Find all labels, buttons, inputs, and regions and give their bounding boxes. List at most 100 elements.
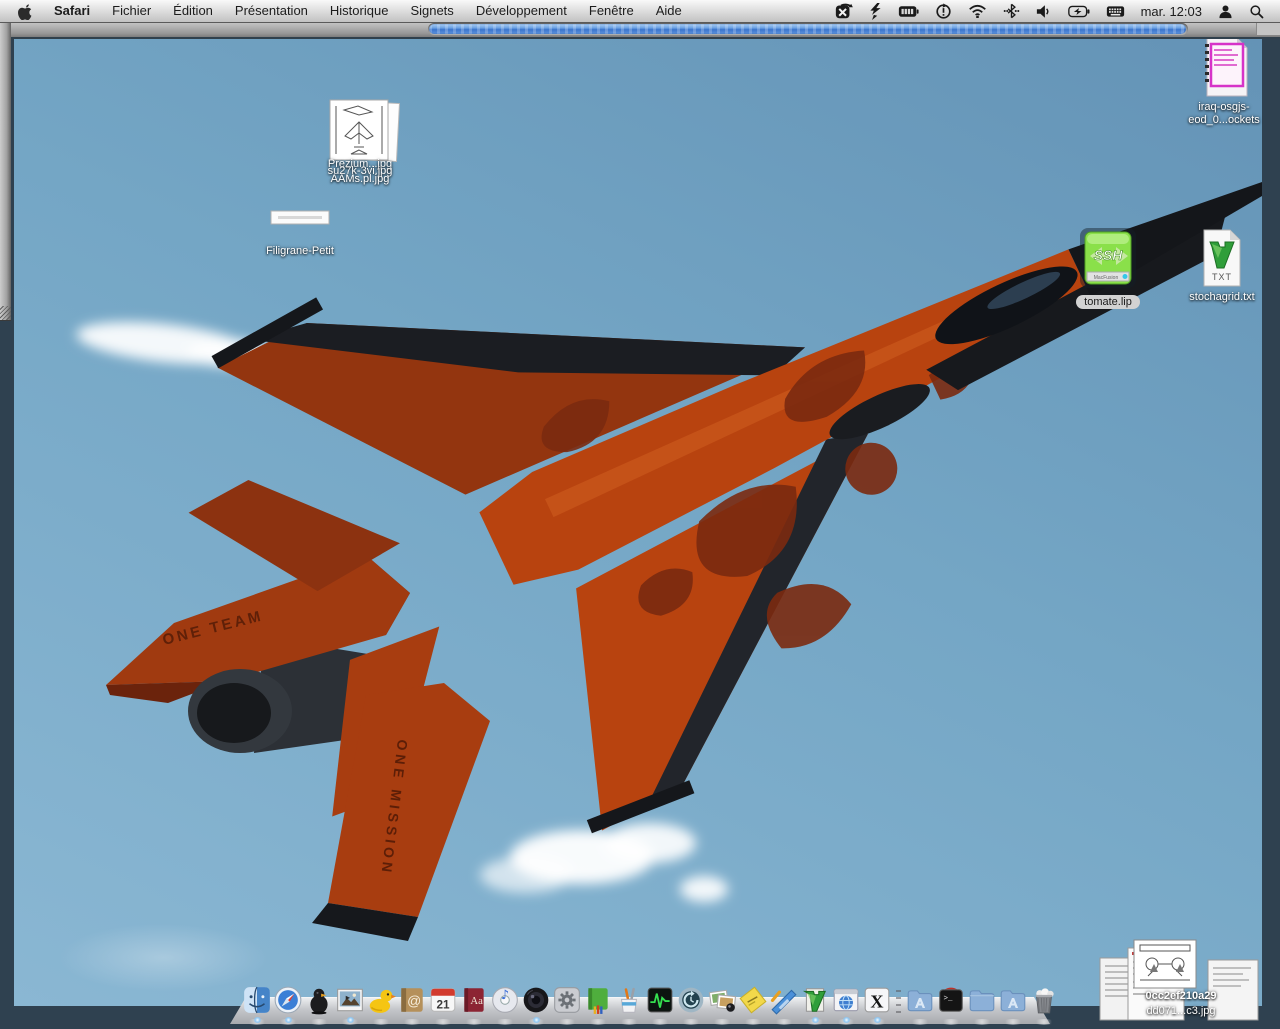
- dock-icon-terminal-app[interactable]: >_: [936, 985, 966, 1015]
- desktop-screen: { "menu_bar": { "app_name": "Safari", "m…: [0, 0, 1280, 1024]
- dock-icon-time-machine[interactable]: [676, 985, 706, 1015]
- dock-icon-reflection: [711, 1019, 733, 1025]
- dock-separator: [893, 985, 904, 1015]
- dock-icon-address-book[interactable]: @: [397, 985, 427, 1015]
- dock-icon-system-preferences[interactable]: [552, 985, 582, 1015]
- svg-text:Aa: Aa: [470, 995, 483, 1007]
- time-machine-icon[interactable]: [927, 0, 960, 22]
- apple-menu[interactable]: [10, 3, 43, 20]
- volume-subtext: MacFusion: [1094, 275, 1119, 281]
- dock-icon-reflection: [587, 1019, 609, 1025]
- svg-text:A: A: [1009, 996, 1018, 1011]
- battery-icon[interactable]: [890, 0, 927, 22]
- menu-presentation[interactable]: Présentation: [224, 0, 319, 22]
- dock-icon-reflection: [971, 1019, 993, 1025]
- menu-fenetre[interactable]: Fenêtre: [578, 0, 645, 22]
- offscreen-window-right-edge[interactable]: [0, 22, 11, 321]
- dock-icon-documents-folder[interactable]: [967, 985, 997, 1015]
- ssh-volume-icon: SSH MacFusion: [1078, 226, 1138, 290]
- dock-icon-safari[interactable]: [273, 985, 303, 1015]
- icon-label: eod_0...ockets: [1178, 114, 1270, 127]
- running-indicator: [253, 1017, 262, 1023]
- status-icons: [826, 0, 1133, 22]
- dock-icon-photo-viewer[interactable]: [335, 985, 365, 1015]
- dock-icon-dictionary[interactable]: Aa: [459, 985, 489, 1015]
- ssh-badge-text: SSH: [1094, 247, 1124, 263]
- menu-status-area: mar. 12:03: [826, 0, 1280, 22]
- running-indicator: [284, 1017, 293, 1023]
- dock-icon-itunes[interactable]: ♪: [490, 985, 520, 1015]
- menu-historique[interactable]: Historique: [319, 0, 400, 22]
- desktop-icon-bottom-stack[interactable]: 0cc2ef210a29 dd071...c3.jpg: [1096, 936, 1266, 1024]
- menu-aide[interactable]: Aide: [645, 0, 693, 22]
- menu-fichier[interactable]: Fichier: [101, 0, 162, 22]
- bluetooth-icon[interactable]: [995, 0, 1028, 22]
- menu-developpement[interactable]: Développement: [465, 0, 578, 22]
- jet-body: [129, 37, 1262, 937]
- power-adapter-icon[interactable]: [1060, 0, 1098, 22]
- horizontal-scrollbar-thumb[interactable]: [429, 24, 1186, 34]
- menu-clock[interactable]: mar. 12:03: [1133, 4, 1210, 19]
- dock-icon-camera-lens-app[interactable]: [521, 985, 551, 1015]
- menu-edition[interactable]: Édition: [162, 0, 224, 22]
- keyboard-input-icon[interactable]: [1098, 0, 1133, 22]
- wifi-icon[interactable]: [960, 0, 995, 22]
- dock-icon-reflection: [370, 1019, 392, 1025]
- dock-icon-reflection: [401, 1019, 423, 1025]
- banner-image-icon: [270, 208, 330, 228]
- dock-icon-drafting-app[interactable]: [769, 985, 799, 1015]
- svg-text:A: A: [916, 996, 925, 1011]
- dock-icon-reflection: [1002, 1019, 1024, 1025]
- spotlight-menu[interactable]: [1241, 0, 1272, 22]
- dock-icon-cyberduck[interactable]: [366, 985, 396, 1015]
- svg-text:X: X: [870, 992, 883, 1012]
- dock-icon-reflection: [618, 1019, 640, 1025]
- svg-text:21: 21: [436, 999, 450, 1012]
- svg-text:>_: >_: [944, 995, 954, 1003]
- dock-icon-black-bird-app[interactable]: [304, 985, 334, 1015]
- desktop-icon-tomate-lip[interactable]: SSH MacFusion tomate.lip: [1068, 226, 1148, 309]
- dock-icon-reflection: [680, 1019, 702, 1025]
- dock-icon-reflection: [773, 1019, 795, 1025]
- dock-icon-applications-folder-alt[interactable]: A: [998, 985, 1028, 1015]
- icon-label: stochagrid.txt: [1172, 291, 1272, 304]
- desktop-icon-iraq-osgjs[interactable]: iraq-osgjs- eod_0...ockets: [1178, 36, 1270, 127]
- apple-icon: [18, 3, 33, 20]
- dock-icon-macvim[interactable]: [800, 985, 830, 1015]
- icon-label: 0cc2ef210a29: [1096, 990, 1266, 1002]
- menu-safari[interactable]: Safari: [43, 0, 101, 22]
- notebook-document-icon: [1199, 36, 1249, 98]
- dock-icon-reflection: [649, 1019, 671, 1025]
- dock-icon-finder[interactable]: [242, 985, 272, 1015]
- dock-icon-toolbox-app[interactable]: [614, 985, 644, 1015]
- window-resize-grip[interactable]: [0, 306, 11, 320]
- dock-icon-ical[interactable]: 21: [428, 985, 458, 1015]
- dock-icon-trash-full[interactable]: [1029, 985, 1059, 1015]
- volume-icon[interactable]: [1028, 0, 1060, 22]
- dock-icon-photo-stack-app[interactable]: [707, 985, 737, 1015]
- dock-icon-applications-folder[interactable]: A: [905, 985, 935, 1015]
- dock-icon-sticky-note-app[interactable]: [738, 985, 768, 1015]
- running-indicator: [811, 1017, 820, 1023]
- user-switch-menu[interactable]: [1210, 0, 1241, 22]
- running-indicator: [532, 1017, 541, 1023]
- desktop-icon-jpg-stack[interactable]: Prezium...jpg su27k-3vi.jpg AAMs.pl.jpg: [300, 94, 420, 194]
- menu-bar: SafariFichierÉditionPrésentationHistoriq…: [0, 0, 1280, 23]
- xmarks-sync-icon[interactable]: [826, 0, 861, 22]
- dock-icon-reflection: [308, 1019, 330, 1025]
- dock-icon-notebook-app[interactable]: [583, 985, 613, 1015]
- script-bolt-icon[interactable]: [861, 0, 890, 22]
- dock: @21 Aa ♪ X A >_ A: [230, 978, 1050, 1024]
- icon-label: dd071...c3.jpg: [1096, 1005, 1266, 1017]
- desktop-icon-stochagrid-txt[interactable]: TXT stochagrid.txt: [1172, 228, 1272, 304]
- txt-document-icon: TXT: [1198, 228, 1246, 288]
- running-indicator: [346, 1017, 355, 1023]
- dock-icon-web-window-app[interactable]: [831, 985, 861, 1015]
- offscreen-window-bottom-edge[interactable]: [0, 22, 1280, 39]
- search-icon: [1249, 4, 1264, 19]
- desktop-icon-filigrane-petit[interactable]: Filigrane-Petit: [255, 208, 345, 258]
- horizontal-scrollbar-track[interactable]: [428, 23, 1188, 35]
- dock-icon-activity-monitor[interactable]: [645, 985, 675, 1015]
- menu-signets[interactable]: Signets: [399, 0, 464, 22]
- dock-icon-x11[interactable]: X: [862, 985, 892, 1015]
